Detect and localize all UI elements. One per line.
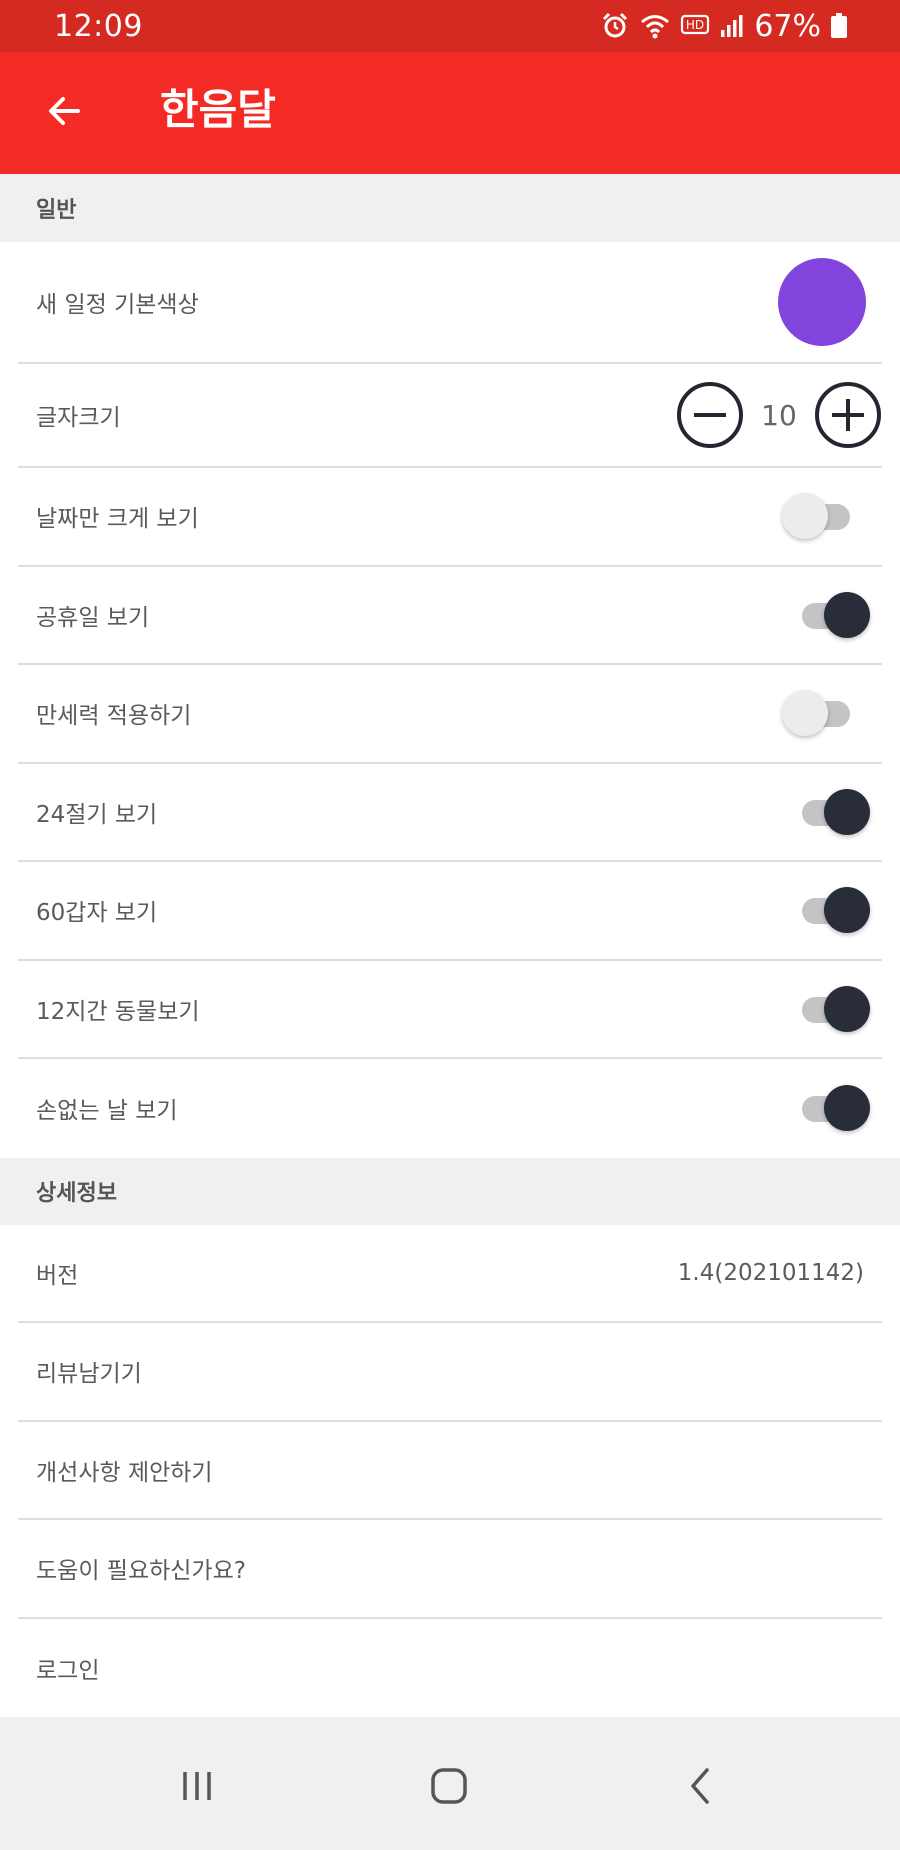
toggle-row[interactable]: 12지간 동물보기 [18, 961, 882, 1059]
toggle-row[interactable]: 60갑자 보기 [18, 862, 882, 961]
font-size-stepper: 10 [676, 381, 882, 449]
font-size-value: 10 [761, 398, 797, 432]
details-list: 버전 1.4(202101142) 리뷰남기기 개선사항 제안하기 도움이 필요… [0, 1224, 900, 1718]
wifi-icon [639, 11, 671, 41]
hd-icon: HD [680, 11, 710, 41]
suggest-improvement-row[interactable]: 개선사항 제안하기 [18, 1422, 882, 1520]
battery-percent: 67% [754, 8, 821, 44]
arrow-left-icon [44, 91, 84, 135]
row-label: 12지간 동물보기 [36, 998, 200, 1025]
row-label: 만세력 적용하기 [36, 703, 192, 730]
status-icons: HD 67% [600, 9, 848, 44]
status-time: 12:09 [54, 8, 143, 44]
row-label: 도움이 필요하신가요? [36, 1558, 246, 1585]
general-settings-list: 새 일정 기본색상 글자크기 10 날짜만 크게 보기 공휴일 보기 만세력 적… [0, 242, 900, 1158]
row-label: 공휴일 보기 [36, 604, 150, 631]
row-label: 새 일정 기본색상 [36, 292, 199, 318]
toggle-switch[interactable] [780, 688, 870, 738]
color-swatch[interactable] [778, 258, 866, 346]
row-label: 로그인 [36, 1657, 100, 1684]
row-label: 글자크기 [36, 405, 121, 431]
version-value: 1.4(202101142) [677, 1259, 864, 1286]
toggle-row[interactable]: 만세력 적용하기 [18, 665, 882, 764]
system-nav-bar [0, 1730, 900, 1850]
toggle-switch[interactable] [780, 1083, 870, 1133]
back-icon [681, 1766, 721, 1810]
default-color-row[interactable]: 새 일정 기본색상 [18, 242, 882, 364]
row-label: 날짜만 크게 보기 [36, 506, 199, 533]
toggle-row[interactable]: 손없는 날 보기 [18, 1059, 882, 1158]
home-button[interactable] [409, 1758, 489, 1818]
battery-icon [830, 11, 848, 41]
help-row[interactable]: 도움이 필요하신가요? [18, 1520, 882, 1619]
back-button[interactable] [34, 83, 94, 143]
toggle-switch[interactable] [780, 787, 870, 837]
row-label: 개선사항 제안하기 [36, 1459, 213, 1486]
settings-content: 일반 새 일정 기본색상 글자크기 10 날짜만 크게 보기 공휴일 보기 만세… [0, 174, 900, 1717]
row-label: 24절기 보기 [36, 801, 158, 828]
toggle-row[interactable]: 24절기 보기 [18, 764, 882, 862]
app-bar: 한음달 [0, 52, 900, 174]
nav-back-button[interactable] [661, 1758, 741, 1818]
minus-circle-icon[interactable] [676, 381, 744, 449]
toggle-switch[interactable] [780, 984, 870, 1034]
version-row: 버전 1.4(202101142) [18, 1225, 882, 1323]
plus-circle-icon[interactable] [814, 381, 882, 449]
font-size-row: 글자크기 10 [18, 364, 882, 468]
review-row[interactable]: 리뷰남기기 [18, 1323, 882, 1422]
signal-icon [719, 11, 745, 41]
row-label: 버전 [36, 1262, 79, 1289]
page-title: 한음달 [160, 85, 276, 134]
section-header-details: 상세정보 [0, 1157, 900, 1225]
toggle-switch[interactable] [780, 885, 870, 935]
toggle-row[interactable]: 날짜만 크게 보기 [18, 468, 882, 567]
section-header-general: 일반 [0, 174, 900, 242]
alarm-icon [600, 11, 630, 41]
status-bar: 12:09 HD 67% [0, 0, 900, 52]
row-label: 60갑자 보기 [36, 900, 158, 927]
recent-apps-button[interactable] [157, 1758, 237, 1818]
row-label: 손없는 날 보기 [36, 1098, 178, 1125]
home-icon [429, 1766, 469, 1810]
login-row[interactable]: 로그인 [18, 1619, 882, 1718]
toggle-switch[interactable] [780, 491, 870, 541]
toggle-row[interactable]: 공휴일 보기 [18, 567, 882, 665]
row-label: 리뷰남기기 [36, 1361, 142, 1388]
toggle-switch[interactable] [780, 590, 870, 640]
recent-apps-icon [177, 1766, 217, 1810]
svg-text:HD: HD [686, 18, 704, 32]
